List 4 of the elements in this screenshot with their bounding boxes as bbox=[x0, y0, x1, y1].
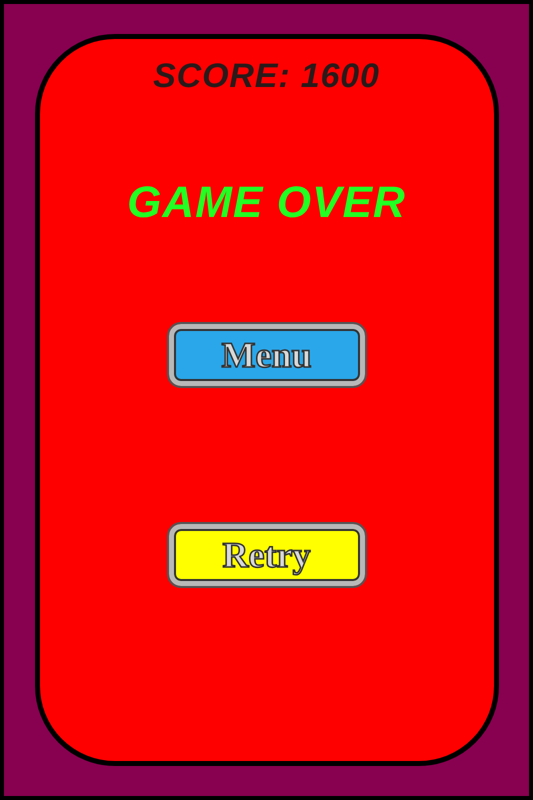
game-button[interactable]: Retry bbox=[168, 524, 364, 586]
game-over-title: GAME OVER bbox=[127, 177, 406, 229]
game-button[interactable]: Menu bbox=[168, 324, 364, 386]
score-text: SCORE: 1600 bbox=[153, 56, 380, 97]
